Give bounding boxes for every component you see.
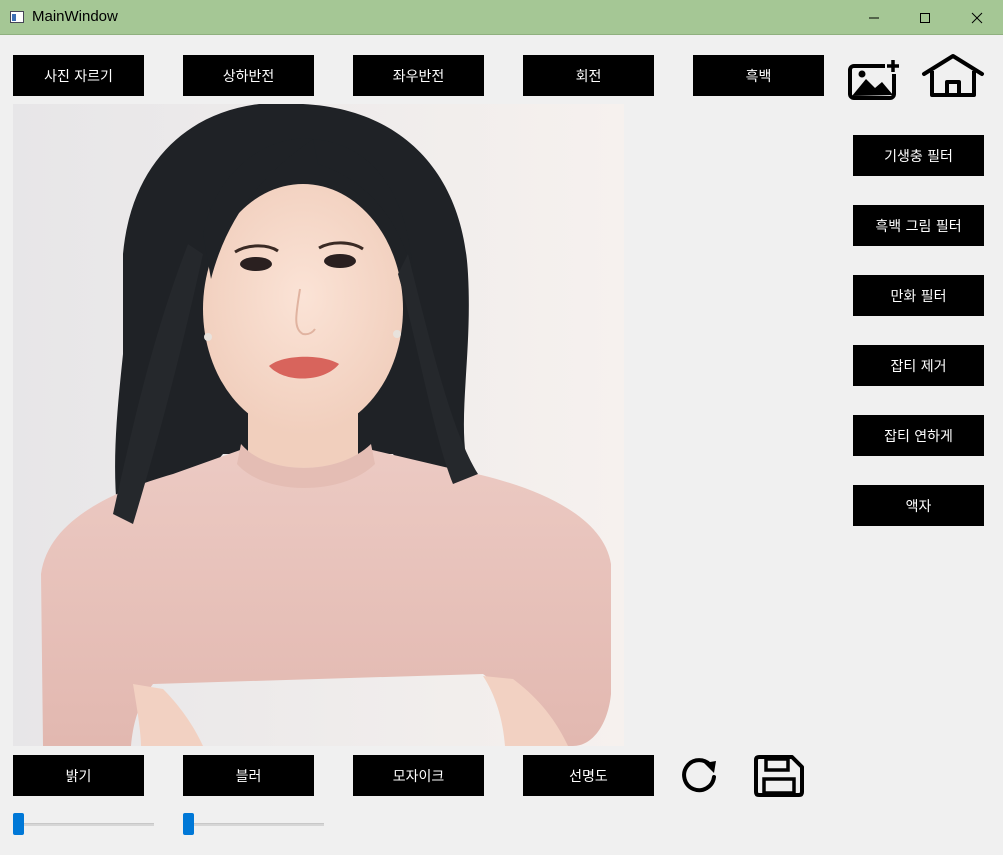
minimize-button[interactable]	[848, 0, 900, 35]
portrait-image	[13, 104, 624, 746]
save-button[interactable]	[751, 753, 807, 799]
flip-vertical-button[interactable]: 상하반전	[183, 55, 314, 96]
window-title: MainWindow	[32, 8, 118, 25]
parasite-filter-button[interactable]: 기생충 필터	[853, 135, 984, 176]
frame-button[interactable]: 액자	[853, 485, 984, 526]
add-image-icon	[848, 58, 901, 100]
brightness-slider-handle[interactable]	[13, 813, 24, 835]
close-icon	[971, 12, 983, 23]
mosaic-button[interactable]: 모자이크	[353, 755, 484, 796]
sharpness-button[interactable]: 선명도	[523, 755, 654, 796]
blemish-soften-button[interactable]: 잡티 연하게	[853, 415, 984, 456]
grayscale-button[interactable]: 흑백	[693, 55, 824, 96]
brightness-slider[interactable]	[13, 813, 154, 835]
blur-slider[interactable]	[183, 813, 324, 835]
refresh-icon	[682, 758, 716, 793]
rotate-button[interactable]: 회전	[523, 55, 654, 96]
brightness-slider-track	[13, 823, 154, 826]
crop-button[interactable]: 사진 자르기	[13, 55, 144, 96]
bw-sketch-filter-button[interactable]: 흑백 그림 필터	[853, 205, 984, 246]
app-icon	[10, 11, 24, 23]
maximize-button[interactable]	[899, 0, 951, 35]
save-icon	[754, 755, 804, 797]
home-button[interactable]	[921, 53, 985, 99]
add-image-button[interactable]	[847, 57, 901, 101]
minimize-icon	[869, 17, 879, 18]
brightness-button[interactable]: 밝기	[13, 755, 144, 796]
home-icon	[922, 54, 984, 97]
close-button[interactable]	[951, 0, 1003, 35]
blur-button[interactable]: 블러	[183, 755, 314, 796]
blur-slider-track	[183, 823, 324, 826]
cartoon-filter-button[interactable]: 만화 필터	[853, 275, 984, 316]
refresh-button[interactable]	[676, 753, 722, 797]
blur-slider-handle[interactable]	[183, 813, 194, 835]
blemish-remove-button[interactable]: 잡티 제거	[853, 345, 984, 386]
flip-horizontal-button[interactable]: 좌우반전	[353, 55, 484, 96]
maximize-icon	[920, 12, 930, 23]
title-bar[interactable]: MainWindow	[0, 0, 1003, 35]
photo-canvas[interactable]	[13, 104, 624, 746]
